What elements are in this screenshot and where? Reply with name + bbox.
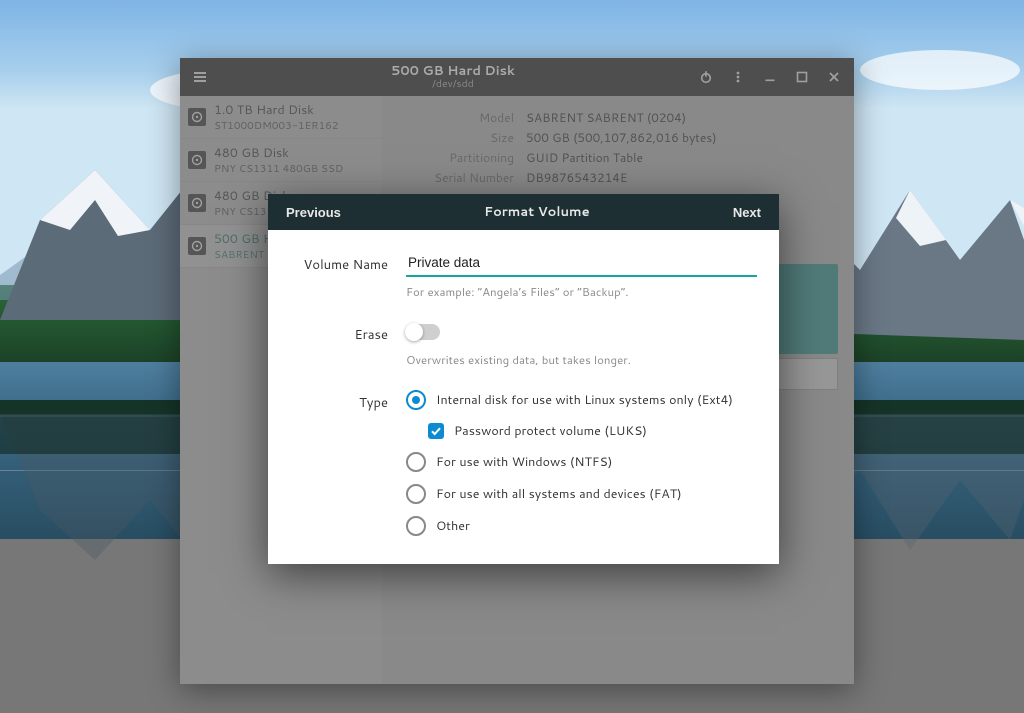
volume-name-label: Volume Name [294, 252, 388, 274]
volume-name-hint: For example: “Angela’s Files” or “Backup… [406, 283, 753, 300]
type-option-label: For use with Windows (NTFS) [436, 453, 612, 471]
dialog-header: Previous Format Volume Next [268, 194, 779, 230]
type-option-label: Other [436, 517, 470, 535]
format-volume-dialog: Previous Format Volume Next Volume Name … [268, 194, 779, 564]
luks-checkbox-label: Password protect volume (LUKS) [454, 422, 647, 440]
type-option-ext4[interactable]: Internal disk for use with Linux systems… [406, 390, 753, 410]
type-option-label: Internal disk for use with Linux systems… [436, 391, 733, 409]
dialog-title: Format Volume [347, 203, 727, 221]
erase-hint: Overwrites existing data, but takes long… [406, 351, 753, 368]
type-option-fat[interactable]: For use with all systems and devices (FA… [406, 484, 753, 504]
luks-checkbox-row[interactable]: Password protect volume (LUKS) [428, 422, 753, 440]
radio-icon [406, 452, 426, 472]
checkbox-icon [428, 423, 444, 439]
radio-icon [406, 484, 426, 504]
radio-icon [406, 516, 426, 536]
erase-label: Erase [294, 322, 388, 344]
radio-icon [406, 390, 426, 410]
dialog-previous-button[interactable]: Previous [280, 201, 347, 224]
type-option-ntfs[interactable]: For use with Windows (NTFS) [406, 452, 753, 472]
type-label: Type [294, 390, 388, 412]
type-option-label: For use with all systems and devices (FA… [436, 485, 682, 503]
type-option-other[interactable]: Other [406, 516, 753, 536]
dialog-next-button[interactable]: Next [727, 201, 767, 224]
erase-toggle[interactable] [406, 324, 440, 340]
volume-name-input[interactable] [406, 252, 757, 277]
